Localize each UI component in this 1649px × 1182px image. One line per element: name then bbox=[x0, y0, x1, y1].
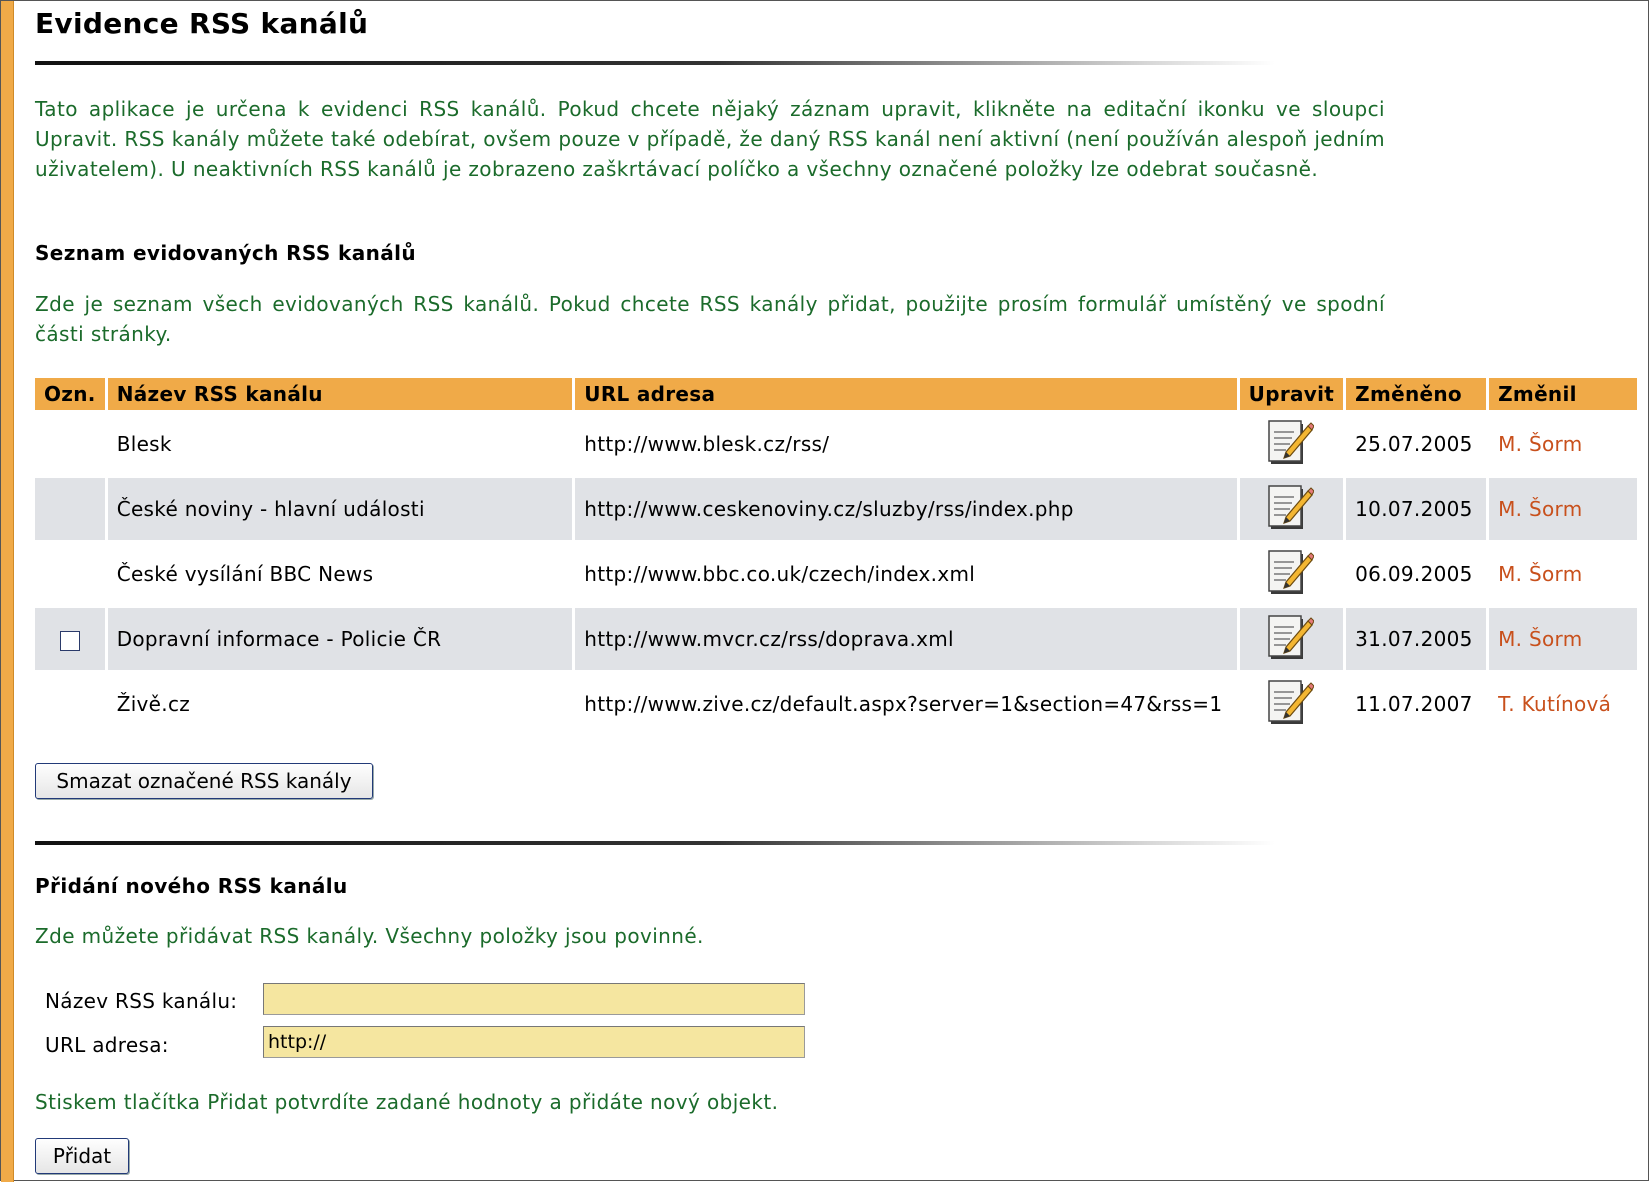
mark-cell bbox=[35, 478, 105, 540]
edit-cell bbox=[1240, 673, 1343, 735]
edit-icon[interactable] bbox=[1268, 548, 1316, 601]
changed-date-cell: 10.07.2005 bbox=[1346, 478, 1487, 540]
feed-name-cell: Živě.cz bbox=[116, 692, 191, 716]
select-checkbox[interactable] bbox=[59, 630, 80, 651]
table-body: Blesk http://www.blesk.cz/rss/25.07.2005 M… bbox=[35, 413, 1637, 735]
edit-cell bbox=[1239, 478, 1344, 540]
add-heading: Přidání nového RSS kanálu bbox=[35, 874, 348, 898]
edit-icon[interactable] bbox=[1268, 483, 1316, 536]
left-accent-bar bbox=[1, 1, 14, 1182]
column-header-mark: Ozn. bbox=[35, 378, 105, 410]
feed-name-cell: České vysílání BBC News bbox=[116, 562, 374, 586]
edit-icon[interactable] bbox=[1268, 613, 1316, 666]
mark-cell bbox=[35, 543, 105, 605]
changed-date-cell: 11.07.2007 bbox=[1355, 692, 1473, 716]
changed-by-link[interactable]: M. Šorm bbox=[1489, 608, 1637, 670]
title-divider bbox=[35, 61, 1275, 65]
column-header-url: URL adresa bbox=[575, 378, 1237, 410]
intro-text: Tato aplikace je určena k evidenci RSS k… bbox=[35, 97, 1385, 181]
changed-date-cell: 31.07.2005 bbox=[1346, 608, 1487, 670]
feed-url-cell: http://www.mvcr.cz/rss/doprava.xml bbox=[575, 608, 1237, 670]
column-header-changed: Změněno bbox=[1346, 378, 1487, 410]
edit-cell bbox=[1239, 608, 1344, 670]
table-row: Živě.cz http://www.zive.cz/default.aspx?s… bbox=[35, 673, 1637, 735]
mark-cell bbox=[35, 673, 105, 735]
list-description: Zde je seznam všech evidovaných RSS kaná… bbox=[35, 292, 1385, 346]
changed-by-link[interactable]: T. Kutínová bbox=[1489, 673, 1637, 735]
table-row: Dopravní informace - Policie ČR http://ww… bbox=[35, 608, 1637, 670]
section-divider bbox=[35, 841, 1275, 845]
feed-url-cell: http://www.blesk.cz/rss/ bbox=[584, 432, 830, 456]
table-row: České vysílání BBC News http://www.bbc.co… bbox=[35, 543, 1637, 605]
changed-by-link[interactable]: M. Šorm bbox=[1489, 413, 1637, 475]
list-heading: Seznam evidovaných RSS kanálů bbox=[35, 241, 417, 265]
rss-feeds-table: Ozn. Název RSS kanálu URL adresa Upravit… bbox=[32, 375, 1640, 738]
changed-by-link[interactable]: M. Šorm bbox=[1489, 478, 1637, 540]
edit-icon[interactable] bbox=[1268, 678, 1316, 731]
column-header-edit: Upravit bbox=[1239, 378, 1344, 410]
edit-cell bbox=[1240, 413, 1343, 475]
changed-date-cell: 25.07.2005 bbox=[1355, 432, 1473, 456]
column-header-changed-by: Změnil bbox=[1489, 378, 1637, 410]
feed-name-cell: Blesk bbox=[116, 432, 172, 456]
edit-cell bbox=[1240, 543, 1343, 605]
feed-url-cell: http://www.ceskenoviny.cz/sluzby/rss/ind… bbox=[575, 478, 1237, 540]
feed-name-cell: Dopravní informace - Policie ČR bbox=[107, 608, 573, 670]
changed-date-cell: 06.09.2005 bbox=[1355, 562, 1473, 586]
feed-name-cell: České noviny - hlavní události bbox=[107, 478, 573, 540]
feed-name-label: Název RSS kanálu: bbox=[45, 989, 238, 1013]
mark-cell bbox=[35, 608, 105, 670]
feed-url-input[interactable] bbox=[263, 1026, 805, 1058]
confirm-text: Stiskem tlačítka Přidat potvrdíte zadané… bbox=[35, 1090, 779, 1114]
page-title: Evidence RSS kanálů bbox=[35, 7, 369, 40]
changed-by-link[interactable]: M. Šorm bbox=[1489, 543, 1637, 605]
feed-url-cell: http://www.zive.cz/default.aspx?server=1… bbox=[584, 692, 1223, 716]
edit-icon[interactable] bbox=[1268, 418, 1316, 471]
table-row: Blesk http://www.blesk.cz/rss/25.07.2005 M… bbox=[35, 413, 1637, 475]
feed-name-input[interactable] bbox=[263, 983, 805, 1015]
table-row: České noviny - hlavní události http://www… bbox=[35, 478, 1637, 540]
column-header-name: Název RSS kanálu bbox=[107, 378, 573, 410]
feed-url-cell: http://www.bbc.co.uk/czech/index.xml bbox=[584, 562, 976, 586]
add-button[interactable]: Přidat bbox=[35, 1138, 129, 1174]
feed-url-label: URL adresa: bbox=[45, 1033, 169, 1057]
add-description: Zde můžete přidávat RSS kanály. Všechny … bbox=[35, 924, 704, 948]
delete-selected-button[interactable]: Smazat označené RSS kanály bbox=[35, 763, 373, 799]
mark-cell bbox=[35, 413, 105, 475]
table-header-row: Ozn. Název RSS kanálu URL adresa Upravit… bbox=[35, 378, 1637, 410]
